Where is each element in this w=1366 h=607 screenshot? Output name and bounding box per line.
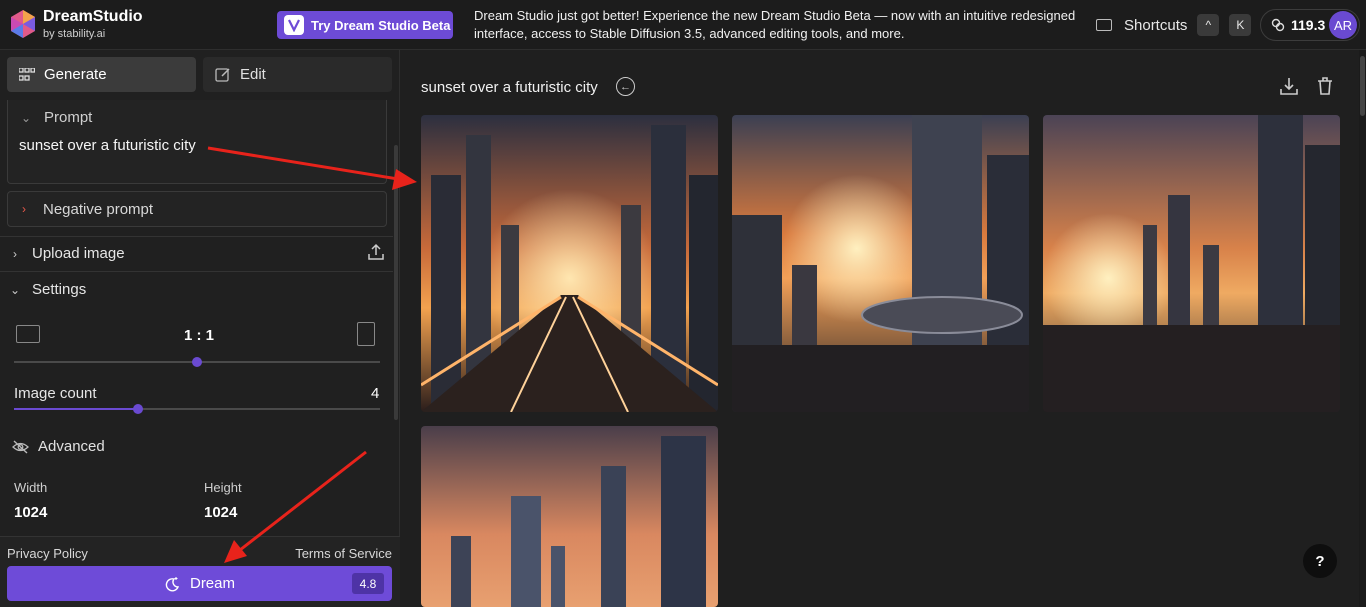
negative-prompt-panel[interactable]: › Negative prompt: [7, 191, 387, 227]
keyboard-icon: [1096, 19, 1112, 31]
chevron-down-icon: ⌄: [21, 110, 32, 125]
aspect-ratio-slider[interactable]: [14, 357, 380, 367]
shortcut-key-ctrl: ^: [1197, 14, 1220, 36]
portrait-ratio-icon[interactable]: [357, 322, 375, 346]
tab-edit[interactable]: Edit: [203, 57, 392, 92]
divider: [0, 271, 393, 272]
avatar[interactable]: AR: [1329, 11, 1357, 39]
shortcuts-label: Shortcuts: [1124, 16, 1188, 34]
dreamstudio-logo: [11, 10, 35, 38]
page-title: sunset over a futuristic city: [421, 79, 598, 96]
sidebar-scrollbar[interactable]: [394, 145, 398, 420]
generated-image-2[interactable]: [732, 115, 1029, 412]
aspect-ratio-value: 1 : 1: [184, 327, 215, 344]
shortcuts-button[interactable]: Shortcuts ^ K: [1096, 14, 1252, 36]
negative-prompt-label: Negative prompt: [43, 200, 154, 218]
generated-image-1[interactable]: [421, 115, 718, 412]
top-bar: DreamStudio by stability.ai Try Dream St…: [0, 0, 1366, 50]
try-beta-button[interactable]: Try Dream Studio Beta: [277, 11, 453, 39]
chevron-right-icon: ›: [13, 246, 17, 261]
brand-subtitle: by stability.ai: [43, 28, 106, 40]
trash-icon[interactable]: [1315, 76, 1335, 96]
restore-prompt-icon[interactable]: ←: [616, 77, 635, 96]
grid-icon: [19, 67, 35, 81]
beta-logo-icon: [284, 15, 304, 35]
upload-image-header[interactable]: › Upload image: [10, 245, 125, 262]
prompt-label: Prompt: [44, 109, 93, 126]
divider: [0, 236, 393, 237]
image-count-slider[interactable]: [14, 404, 380, 414]
tab-generate[interactable]: Generate: [7, 57, 196, 92]
prompt-input[interactable]: sunset over a futuristic city: [19, 137, 196, 154]
terms-link[interactable]: Terms of Service: [295, 546, 392, 561]
credits-badge[interactable]: 119.3 AR: [1260, 9, 1360, 41]
width-label: Width: [14, 480, 48, 495]
privacy-policy-link[interactable]: Privacy Policy: [7, 546, 88, 561]
credits-value: 119.3: [1291, 17, 1326, 33]
chevron-right-icon: ›: [22, 202, 26, 216]
tab-edit-label: Edit: [240, 66, 266, 83]
main-area: sunset over a futuristic city ← ?: [401, 50, 1366, 607]
help-button[interactable]: ?: [1303, 544, 1337, 578]
eye-off-icon: [12, 439, 29, 454]
slider-thumb[interactable]: [133, 404, 143, 414]
upload-image-label: Upload image: [32, 245, 125, 262]
slider-thumb[interactable]: [192, 357, 202, 367]
image-count-label: Image count: [14, 385, 97, 402]
dream-label: Dream: [189, 575, 235, 592]
settings-header[interactable]: ⌄ Settings: [10, 281, 86, 298]
image-2-art: [732, 115, 1029, 412]
download-icon[interactable]: [1279, 76, 1299, 96]
prompt-header[interactable]: ⌄ Prompt: [21, 109, 92, 126]
slider-fill: [14, 408, 138, 410]
advanced-toggle[interactable]: Advanced: [12, 438, 105, 455]
image-count-value: 4: [371, 385, 380, 402]
landscape-ratio-icon[interactable]: [16, 325, 40, 343]
generated-image-3[interactable]: [1043, 115, 1340, 412]
image-3-art: [1043, 115, 1340, 412]
height-value[interactable]: 1024: [204, 504, 237, 521]
settings-label: Settings: [32, 281, 87, 298]
announcement-text: Dream Studio just got better! Experience…: [474, 8, 1076, 41]
shortcut-key-k: K: [1229, 14, 1252, 36]
brand-title: DreamStudio: [43, 8, 143, 25]
generated-image-4[interactable]: [421, 426, 718, 607]
try-beta-label: Try Dream Studio Beta: [311, 17, 451, 33]
sidebar-footer: Privacy Policy Terms of Service Dream 4.…: [0, 536, 400, 607]
sidebar: Generate Edit ⌄ Prompt sunset over a fut…: [0, 50, 400, 607]
chevron-down-icon: ⌄: [10, 282, 21, 297]
height-label: Height: [204, 480, 242, 495]
tab-generate-label: Generate: [44, 66, 107, 83]
advanced-label: Advanced: [38, 438, 105, 455]
dream-button[interactable]: Dream 4.8: [7, 566, 392, 601]
scrollbar-thumb[interactable]: [1360, 56, 1365, 116]
prompt-panel[interactable]: ⌄ Prompt sunset over a futuristic city: [7, 100, 387, 184]
image-4-art: [421, 426, 718, 607]
dream-cost-badge: 4.8: [352, 573, 384, 594]
upload-icon[interactable]: [367, 243, 385, 261]
main-scrollbar[interactable]: [1359, 50, 1366, 607]
coins-icon: [1271, 18, 1285, 32]
image-1-art: [421, 115, 718, 412]
moon-stars-icon: [165, 576, 180, 591]
edit-icon: [215, 67, 230, 82]
width-value[interactable]: 1024: [14, 504, 47, 521]
